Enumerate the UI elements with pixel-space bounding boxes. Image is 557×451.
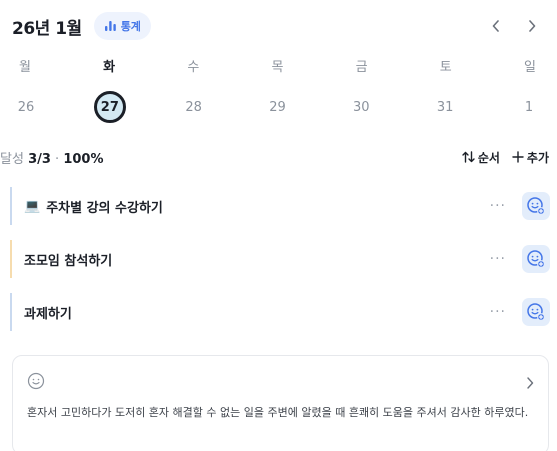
week-nav	[489, 16, 539, 36]
chevron-left-icon	[492, 20, 499, 32]
chevron-right-icon[interactable]	[526, 374, 534, 393]
more-options-button[interactable]: ···	[490, 304, 506, 320]
task-title: 조모임 참석하기	[24, 253, 113, 269]
date-cell[interactable]: 30	[345, 91, 377, 123]
daily-memo-card[interactable]: 혼자서 고민하다가 도저히 혼자 해결할 수 없는 일을 주변에 알렸을 때 흔…	[12, 355, 549, 451]
smiley-add-icon	[527, 303, 545, 321]
achievement-separator: ·	[55, 151, 60, 167]
week-strip: 월 화 수 목 금 토 일 26 27 28 29 30 31 1	[0, 56, 557, 123]
memo-text: 혼자서 고민하다가 도저히 혼자 해결할 수 없는 일을 주변에 알렸을 때 흔…	[27, 406, 529, 419]
month-title: 26년 1월	[12, 18, 82, 39]
calendar-header: 26년 1월 통계	[12, 10, 547, 42]
weekday-label: 목	[271, 60, 284, 75]
task-item[interactable]: 💻 주차별 강의 수강하기 ···	[10, 187, 550, 225]
smiley-add-icon	[527, 250, 545, 268]
date-cell[interactable]: 1	[513, 91, 545, 123]
date-cell[interactable]: 29	[261, 91, 293, 123]
plus-icon	[512, 151, 524, 163]
smiley-icon[interactable]	[27, 372, 45, 394]
achievement-text: 달성 3/3 · 100%	[0, 148, 104, 167]
weekday-row: 월 화 수 목 금 토 일	[0, 56, 557, 75]
weekday-label: 토	[439, 60, 452, 75]
smiley-add-icon	[527, 197, 545, 215]
weekday-label: 수	[187, 60, 200, 75]
sort-arrows-icon	[462, 151, 475, 163]
achievement-summary: 달성 3/3 · 100% 순서 추가	[0, 147, 557, 167]
task-item[interactable]: 조모임 참석하기 ···	[10, 240, 550, 278]
reorder-label: 순서	[477, 150, 500, 165]
achievement-percent: 100%	[63, 151, 104, 167]
more-options-button[interactable]: ···	[490, 251, 506, 267]
more-options-button[interactable]: ···	[490, 198, 506, 214]
memo-header	[27, 372, 534, 394]
achievement-prefix: 달성	[0, 151, 24, 167]
task-title: 과제하기	[24, 306, 72, 322]
task-item[interactable]: 과제하기 ···	[10, 293, 550, 331]
emoji-reaction-button[interactable]	[522, 245, 550, 273]
laptop-icon: 💻	[24, 198, 41, 214]
weekday-label: 금	[355, 60, 368, 75]
bar-chart-icon	[104, 17, 117, 36]
prev-week-button[interactable]	[489, 16, 503, 36]
date-cell[interactable]: 28	[178, 91, 210, 123]
task-actions: 순서 추가	[462, 149, 549, 166]
add-task-label: 추가	[526, 150, 549, 165]
weekday-label: 화	[103, 60, 116, 75]
reorder-button[interactable]: 순서	[462, 149, 500, 166]
stats-label: 통계	[120, 20, 141, 33]
add-task-button[interactable]: 추가	[512, 149, 549, 166]
chevron-right-icon	[529, 20, 536, 32]
task-title: 💻 주차별 강의 수강하기	[24, 197, 163, 216]
next-week-button[interactable]	[525, 16, 539, 36]
stats-button[interactable]: 통계	[93, 12, 151, 40]
date-cell[interactable]: 31	[429, 91, 461, 123]
achievement-count: 3/3	[28, 151, 51, 167]
emoji-reaction-button[interactable]	[522, 298, 550, 326]
weekday-label: 일	[523, 60, 536, 75]
emoji-reaction-button[interactable]	[522, 192, 550, 220]
date-cell-selected[interactable]: 27	[93, 91, 126, 123]
date-row: 26 27 28 29 30 31 1	[0, 91, 557, 123]
date-cell[interactable]: 26	[10, 91, 42, 123]
task-title-text: 주차별 강의 수강하기	[46, 200, 163, 216]
weekday-label: 월	[19, 60, 31, 75]
